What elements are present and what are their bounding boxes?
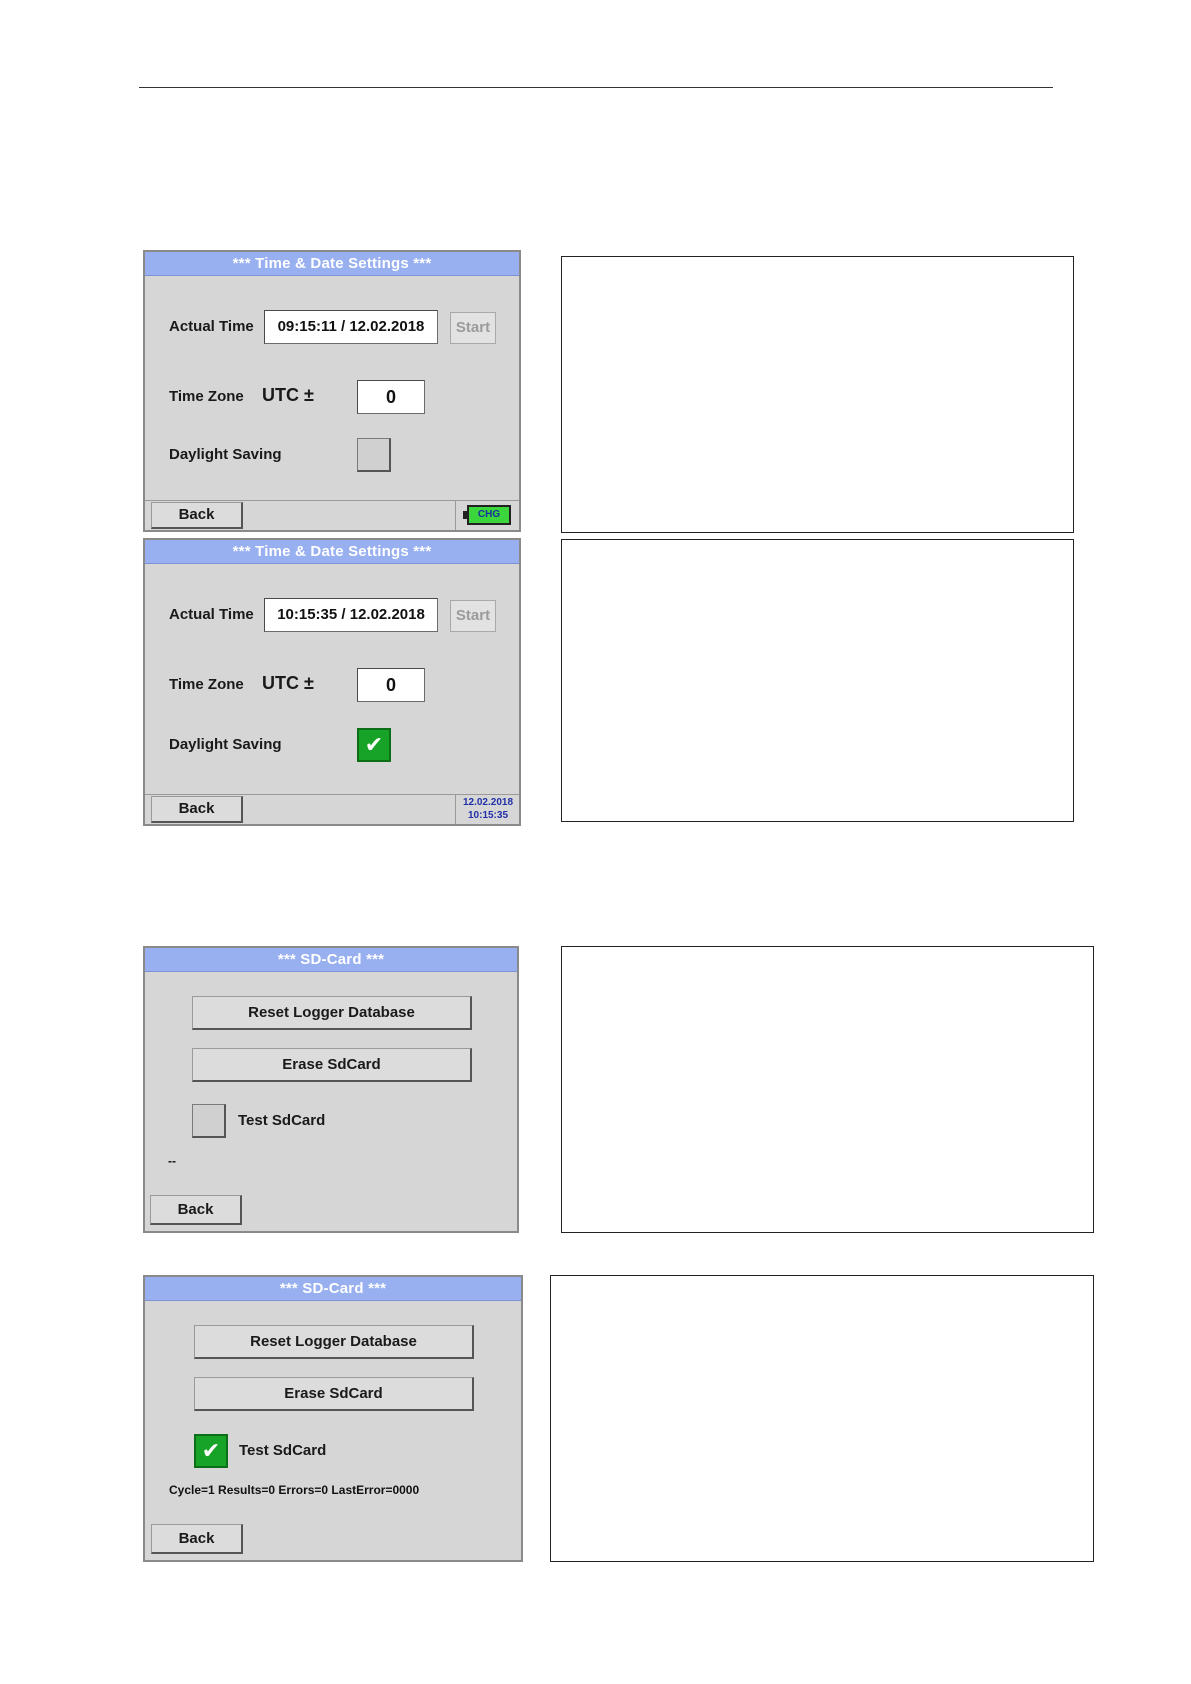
- status-time: 10:15:35: [467, 810, 509, 821]
- status-clock: 12.02.2018 10:15:35: [457, 796, 519, 822]
- battery-label: CHG: [477, 509, 501, 520]
- page-header-rule: [139, 87, 1053, 88]
- utc-label: UTC ±: [262, 673, 314, 693]
- back-button[interactable]: Back: [151, 1524, 243, 1554]
- test-sdcard-checkbox[interactable]: [192, 1104, 226, 1138]
- screen-title: *** Time & Date Settings ***: [145, 540, 519, 564]
- daylight-saving-checkbox[interactable]: [357, 438, 391, 472]
- daylight-saving-checkbox[interactable]: ✔: [357, 728, 391, 762]
- test-sdcard-label: Test SdCard: [239, 1442, 327, 1459]
- checkmark-icon: ✔: [201, 1438, 221, 1463]
- screen-title: *** Time & Date Settings ***: [145, 252, 519, 276]
- start-button[interactable]: Start: [450, 600, 496, 632]
- sd-card-screen-1: *** SD-Card *** Reset Logger Database Er…: [143, 946, 519, 1233]
- start-button[interactable]: Start: [450, 312, 496, 344]
- test-sdcard-checkbox[interactable]: ✔: [194, 1434, 228, 1468]
- back-button[interactable]: Back: [151, 502, 243, 529]
- reset-logger-database-button[interactable]: Reset Logger Database: [194, 1325, 474, 1359]
- erase-sdcard-button[interactable]: Erase SdCard: [194, 1377, 474, 1411]
- status-divider: [455, 501, 456, 530]
- sdcard-test-status: --: [168, 1154, 176, 1168]
- description-box-2: [561, 539, 1074, 822]
- description-box-1: [561, 256, 1074, 533]
- battery-charging-icon: CHG: [463, 505, 511, 525]
- time-date-settings-screen-1: *** Time & Date Settings *** Actual Time…: [143, 250, 521, 532]
- time-zone-label: Time Zone: [169, 676, 244, 693]
- erase-sdcard-button[interactable]: Erase SdCard: [192, 1048, 472, 1082]
- description-box-4: [550, 1275, 1094, 1562]
- test-sdcard-label: Test SdCard: [238, 1112, 326, 1129]
- checkmark-icon: ✔: [364, 732, 384, 757]
- description-box-3: [561, 946, 1094, 1233]
- sdcard-test-status: Cycle=1 Results=0 Errors=0 LastError=000…: [169, 1483, 420, 1497]
- back-button[interactable]: Back: [150, 1195, 242, 1225]
- reset-logger-database-button[interactable]: Reset Logger Database: [192, 996, 472, 1030]
- status-bar: Back 12.02.2018 10:15:35: [145, 794, 519, 824]
- status-date: 12.02.2018: [462, 797, 514, 808]
- back-button[interactable]: Back: [151, 796, 243, 823]
- time-zone-field[interactable]: 0: [357, 380, 425, 414]
- screen-title: *** SD-Card ***: [145, 948, 517, 972]
- time-zone-label: Time Zone: [169, 388, 244, 405]
- sd-card-screen-2: *** SD-Card *** Reset Logger Database Er…: [143, 1275, 523, 1562]
- actual-time-field[interactable]: 09:15:11 / 12.02.2018: [264, 310, 438, 344]
- daylight-saving-label: Daylight Saving: [169, 736, 282, 753]
- actual-time-label: Actual Time: [169, 606, 254, 623]
- time-zone-field[interactable]: 0: [357, 668, 425, 702]
- utc-label: UTC ±: [262, 385, 314, 405]
- time-date-settings-screen-2: *** Time & Date Settings *** Actual Time…: [143, 538, 521, 826]
- daylight-saving-label: Daylight Saving: [169, 446, 282, 463]
- status-bar: Back CHG: [145, 500, 519, 530]
- screen-title: *** SD-Card ***: [145, 1277, 521, 1301]
- status-divider: [455, 795, 456, 824]
- actual-time-label: Actual Time: [169, 318, 254, 335]
- actual-time-field[interactable]: 10:15:35 / 12.02.2018: [264, 598, 438, 632]
